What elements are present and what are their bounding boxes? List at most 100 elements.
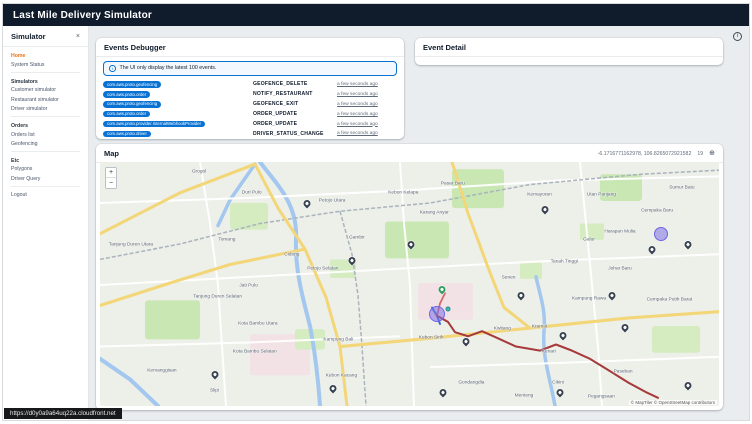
map-label: Gambir xyxy=(349,235,365,241)
map-label: Jati Pulo xyxy=(239,283,258,289)
event-time[interactable]: a few seconds ago xyxy=(337,82,397,87)
map-label: Cempaka Baru xyxy=(641,208,674,214)
events-debugger-panel: Events Debugger i The UI only display th… xyxy=(96,38,404,139)
nav-divider xyxy=(11,151,80,153)
map-label: Harapan Mulia xyxy=(604,229,636,235)
event-topic-badge: com.aws.proto.provider.InternalWebhookPr… xyxy=(103,120,206,128)
sidebar-header: Simulator × xyxy=(3,26,88,47)
map-label: Sumur Batu xyxy=(669,185,695,191)
sidebar-item-orders-list[interactable]: Orders list xyxy=(3,130,88,139)
sidebar-title: Simulator xyxy=(11,32,46,41)
map-label: Menteng xyxy=(514,393,534,399)
map-label: Kampung Bali xyxy=(323,337,354,343)
events-debugger-header: Events Debugger xyxy=(96,38,404,57)
map-label: Kebon Sirih xyxy=(418,335,444,341)
map-title: Map xyxy=(104,149,119,158)
map-label: Johar Baru xyxy=(608,266,632,272)
info-banner-text: The UI only display the latest 100 event… xyxy=(119,65,217,72)
map-label: Galur xyxy=(583,237,595,243)
map-coordinates-group: -6.1716771162978, 106.8265072921582 19 ⊕ xyxy=(598,150,715,157)
event-time[interactable]: a few seconds ago xyxy=(337,102,397,107)
event-row: com.aws.proto.geofencing GEOFENCE_DELETE a… xyxy=(103,80,397,90)
event-row: com.aws.proto.order ORDER_UPDATE a few sec… xyxy=(103,109,397,119)
event-detail-header: Event Detail xyxy=(415,38,723,57)
events-debugger-content: i The UI only display the latest 100 eve… xyxy=(96,57,404,139)
map-label: Duri Pulo xyxy=(241,190,262,195)
sidebar-item-driver-simulator[interactable]: Driver simulator xyxy=(3,104,88,113)
map-label: Cikini xyxy=(552,380,564,386)
event-time[interactable]: a few seconds ago xyxy=(337,131,397,136)
map-circle[interactable] xyxy=(445,306,451,312)
map-label: Pegangsaan xyxy=(587,394,615,400)
sidebar: Simulator × Home System Status Simulators C… xyxy=(3,26,89,420)
map-label: Kota Bambu Utara xyxy=(238,321,278,327)
map-label: Kebon Kacang xyxy=(325,373,358,378)
event-time[interactable]: a few seconds ago xyxy=(337,122,397,127)
event-time[interactable]: a few seconds ago xyxy=(337,112,397,117)
event-type: NOTIFY_RESTAURANT xyxy=(253,91,313,98)
map-label: Kenari xyxy=(541,349,556,355)
sidebar-item-customer-simulator[interactable]: Customer simulator xyxy=(3,86,88,95)
event-topic-badge: com.aws.proto.geofencing xyxy=(103,100,162,108)
status-url: https://d0y0a9a64uq22a.cloudfront.net xyxy=(4,408,122,419)
map-label: Kemanggisan xyxy=(147,368,177,374)
sidebar-item-geofencing[interactable]: Geofencing xyxy=(3,139,88,148)
map-label: Utan Panjang xyxy=(586,192,616,198)
map-circle[interactable] xyxy=(428,305,445,322)
map-label: Tanjung Duren Utara xyxy=(108,242,154,248)
event-detail-panel: Event Detail xyxy=(415,38,723,65)
event-row: com.aws.proto.provider.InternalWebhookPr… xyxy=(103,119,397,129)
map-circle[interactable] xyxy=(653,226,668,241)
sidebar-section-etc: Etc xyxy=(11,157,20,164)
nav-divider xyxy=(11,116,80,118)
event-type: DRIVER_STATUS_CHANGE xyxy=(253,130,324,137)
zoom-out-button[interactable]: − xyxy=(106,178,116,188)
sidebar-close-icon[interactable]: × xyxy=(76,33,80,40)
locate-icon[interactable]: ⊕ xyxy=(709,150,715,157)
app-header: Last Mile Delivery Simulator xyxy=(3,4,749,26)
map-label: Cideng xyxy=(284,252,300,258)
map-label: Cempaka Putih Barat xyxy=(646,297,693,303)
event-type: GEOFENCE_DELETE xyxy=(253,81,308,88)
map-label: Kota Bambu Selatan xyxy=(232,349,277,355)
map-label: Kemayoran xyxy=(527,192,552,198)
event-row: com.aws.proto.order NOTIFY_RESTAURANT a fe… xyxy=(103,89,397,99)
sidebar-item-polygons[interactable]: Polygons xyxy=(3,165,88,174)
info-icon: i xyxy=(109,65,116,72)
map-label: Tanah Tinggi xyxy=(550,259,578,265)
info-banner: i The UI only display the latest 100 eve… xyxy=(103,61,397,76)
map-label: Senen xyxy=(501,275,516,281)
nav-divider xyxy=(11,72,80,74)
map-label: Slipi xyxy=(209,388,220,394)
map-label: Pasar Baru xyxy=(440,181,465,187)
event-detail-title: Event Detail xyxy=(423,43,466,52)
sidebar-item-home[interactable]: Home xyxy=(3,51,88,60)
map-label: Gondangdia xyxy=(458,380,485,386)
sidebar-item-logout[interactable]: Logout xyxy=(3,190,88,199)
map-canvas[interactable]: + − © MapTiler © OpenStreetMap contribut… xyxy=(100,162,719,406)
event-row: com.aws.proto.geofencing GEOFENCE_EXIT a f… xyxy=(103,99,397,109)
sidebar-item-driver-query[interactable]: Driver Query xyxy=(3,174,88,183)
map-label: Tanjung Duren Selatan xyxy=(193,294,243,300)
events-list: com.aws.proto.geofencing GEOFENCE_DELETE a… xyxy=(103,80,397,139)
map-label: Kramat xyxy=(531,324,548,330)
app-title: Last Mile Delivery Simulator xyxy=(13,9,152,21)
map-label: Kebon Kelapa xyxy=(388,190,419,195)
map-header: Map -6.1716771162978, 106.8265072921582 … xyxy=(96,144,723,163)
event-topic-badge: com.aws.proto.order xyxy=(103,90,151,98)
map-label: Kampung Rawa xyxy=(571,296,607,302)
map-attribution: © MapTiler © OpenStreetMap contributors xyxy=(628,400,717,405)
event-type: ORDER_UPDATE xyxy=(253,111,298,118)
sidebar-item-system-status[interactable]: System Status xyxy=(3,60,88,69)
page-info-icon[interactable]: i xyxy=(733,32,742,41)
sidebar-item-restaurant-simulator[interactable]: Restaurant simulator xyxy=(3,95,88,104)
app-window: Last Mile Delivery Simulator i Simulator… xyxy=(3,4,749,420)
event-topic-badge: com.aws.proto.driver xyxy=(103,130,151,138)
event-time[interactable]: a few seconds ago xyxy=(337,92,397,97)
map-label: Karang Anyar xyxy=(419,210,449,216)
map-label: Tomang xyxy=(218,237,236,243)
event-type: ORDER_UPDATE xyxy=(253,121,298,127)
zoom-in-button[interactable]: + xyxy=(106,168,116,178)
map-label: Paseban xyxy=(613,369,633,375)
event-topic-badge: com.aws.proto.order xyxy=(103,110,151,118)
